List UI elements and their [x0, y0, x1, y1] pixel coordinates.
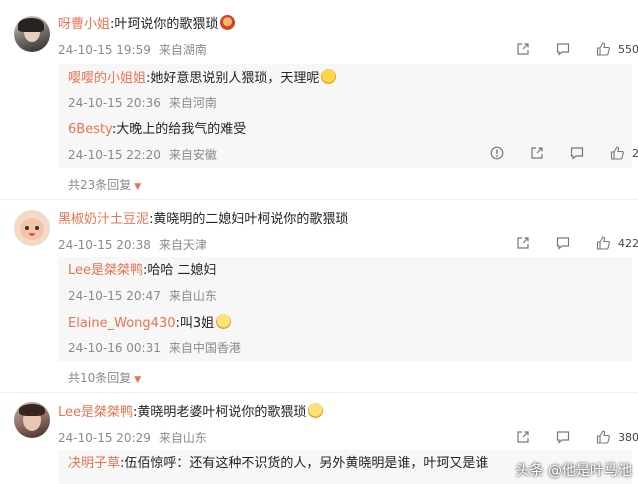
- comment-body: 呀曹小姐:叶珂说你的歌猥琐: [58, 15, 236, 34]
- reply-author[interactable]: Lee是桀桀鸭: [68, 263, 143, 278]
- reply-time: 24-10-15 20:47: [68, 289, 161, 303]
- like-count: 380: [618, 430, 638, 444]
- reply-author[interactable]: 嘤嘤的小姐姐: [68, 71, 146, 86]
- reply-body: 嘤嘤的小姐姐:她好意思说别人猥琐，天理呢: [68, 69, 337, 88]
- comment-location: 来自山东: [158, 431, 207, 445]
- comment-text: :黄晓明老婆叶柯说你的歌猥琐: [133, 405, 307, 420]
- comment-body: 黑椒奶汁土豆泥:黄晓明的二媳妇叶柯说你的歌猥琐: [58, 211, 348, 229]
- comment-author[interactable]: 黑椒奶汁土豆泥: [58, 212, 149, 227]
- reply-location: 来自山东: [168, 289, 217, 303]
- comment-actions: 380: [516, 430, 638, 444]
- like-count: 422: [618, 236, 638, 250]
- thumbs-up-icon[interactable]: [596, 236, 610, 250]
- reply-meta: 24-10-16 00:31 来自中国香港: [68, 339, 241, 356]
- smile-emoji-icon: [308, 403, 324, 418]
- share-icon[interactable]: [516, 42, 530, 56]
- reply-text: :叫3姐: [175, 316, 215, 331]
- like-count: 550: [618, 42, 638, 56]
- comment-text: :叶珂说你的歌猥琐: [110, 17, 219, 32]
- more-replies-label: 共10条回复: [68, 371, 132, 385]
- more-replies-label: 共23条回复: [68, 178, 132, 192]
- comment-meta: 24-10-15 20:29 来自山东: [58, 429, 207, 446]
- reply-author[interactable]: Elaine_Wong430: [68, 316, 176, 331]
- comment-meta: 24-10-15 19:59 来自湖南: [58, 41, 207, 58]
- comment-time: 24-10-15 19:59: [58, 43, 151, 57]
- reply-body: 决明子草:伍佰惊呼：还有这种不识货的人，另外黄晓明是谁，叶珂又是谁: [68, 455, 488, 473]
- comment-icon[interactable]: [556, 42, 570, 56]
- laughing-emoji-icon: [321, 69, 337, 84]
- reply-body: 6Besty:大晚上的给我气的难受: [68, 121, 246, 139]
- view-more-replies-link[interactable]: 共10条回复 ▼: [68, 369, 141, 386]
- comment-meta: 24-10-15 20:38 来自天津: [58, 236, 207, 253]
- reply-text: :大晚上的给我气的难受: [111, 122, 247, 137]
- comment-icon[interactable]: [556, 236, 570, 250]
- reply-text: :她好意思说别人猥琐，天理呢: [146, 71, 320, 86]
- thumbs-up-icon[interactable]: [596, 42, 610, 56]
- watermark: 头条 @他是叶马池: [515, 463, 632, 479]
- reply-time: 24-10-15 22:20: [68, 148, 161, 162]
- thumbs-up-icon[interactable]: [610, 146, 624, 160]
- chevron-down-icon: ▼: [134, 375, 142, 385]
- reply-body: Elaine_Wong430:叫3姐: [68, 314, 232, 333]
- reply-body: Lee是桀桀鸭:哈哈 二媳妇: [68, 262, 217, 280]
- avatar[interactable]: [14, 210, 50, 246]
- chevron-down-icon: ▼: [134, 182, 142, 192]
- share-icon[interactable]: [516, 430, 530, 444]
- reply-location: 来自河南: [168, 96, 217, 110]
- reply-meta: 24-10-15 20:47 来自山东: [68, 287, 217, 304]
- reply-meta: 24-10-15 22:20 来自安徽: [68, 146, 217, 163]
- reply-text: :伍佰惊呼：还有这种不识货的人，另外黄晓明是谁，叶珂又是谁: [120, 456, 489, 471]
- reply-author[interactable]: 6Besty: [68, 122, 112, 137]
- comment-text: :黄晓明的二媳妇叶柯说你的歌猥琐: [149, 212, 349, 227]
- comment-body: Lee是桀桀鸭:黄晓明老婆叶柯说你的歌猥琐: [58, 403, 324, 422]
- comment-icon[interactable]: [556, 430, 570, 444]
- reply-time: 24-10-16 00:31: [68, 341, 161, 355]
- reply-location: 来自安徽: [168, 148, 217, 162]
- comment-location: 来自湖南: [158, 43, 207, 57]
- share-icon[interactable]: [530, 146, 544, 160]
- view-more-replies-link[interactable]: 共23条回复 ▼: [68, 176, 141, 193]
- like-count: 20: [632, 146, 638, 160]
- comment-actions: 422: [516, 236, 638, 250]
- comment-actions: 550: [516, 42, 638, 56]
- reply-time: 24-10-15 20:36: [68, 96, 161, 110]
- reply-text: :哈哈 二媳妇: [143, 263, 217, 278]
- comment-time: 24-10-15 20:38: [58, 238, 151, 252]
- comment-author[interactable]: 呀曹小姐: [58, 17, 110, 32]
- reply-actions: 20: [490, 146, 638, 160]
- report-icon[interactable]: [490, 146, 504, 160]
- avatar[interactable]: [14, 402, 50, 438]
- divider: [0, 392, 638, 393]
- comment-time: 24-10-15 20:29: [58, 431, 151, 445]
- share-icon[interactable]: [516, 236, 530, 250]
- reply-location: 来自中国香港: [168, 341, 241, 355]
- sticker-emoji-icon: [220, 15, 236, 30]
- reply-author[interactable]: 决明子草: [68, 456, 120, 471]
- comment-icon[interactable]: [570, 146, 584, 160]
- avatar[interactable]: [14, 16, 50, 52]
- comment-author[interactable]: Lee是桀桀鸭: [58, 405, 133, 420]
- divider: [0, 199, 638, 200]
- reply-meta: 24-10-15 20:36 来自河南: [68, 94, 217, 111]
- emoji-icon: [216, 314, 232, 329]
- comment-location: 来自天津: [158, 238, 207, 252]
- thumbs-up-icon[interactable]: [596, 430, 610, 444]
